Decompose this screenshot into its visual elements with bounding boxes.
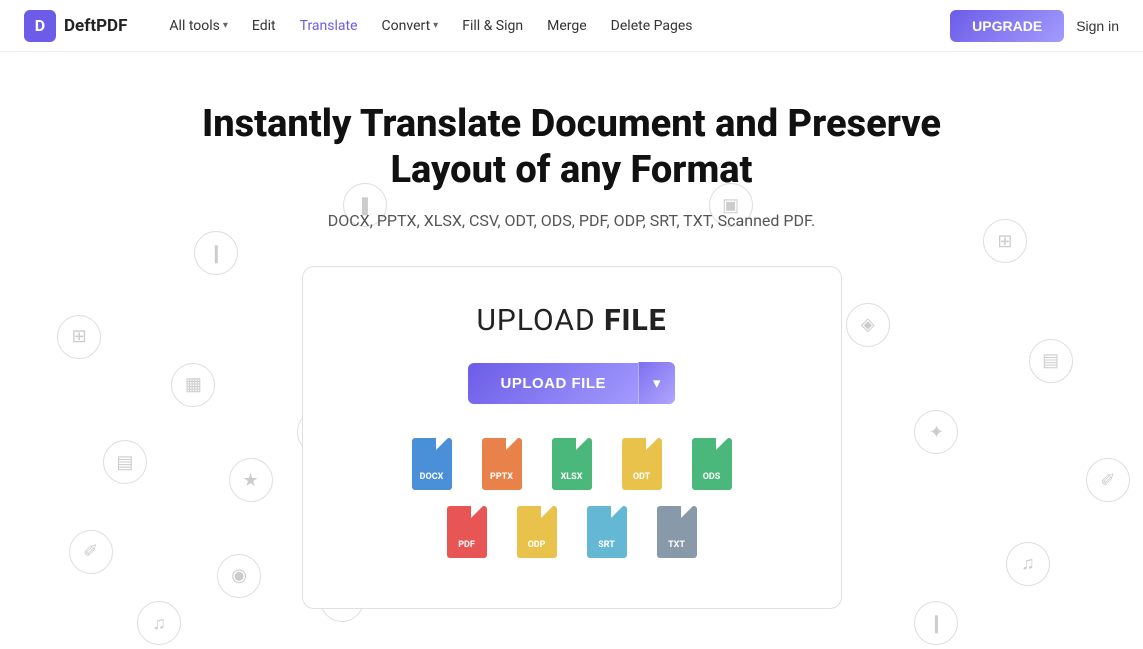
chevron-down-icon: ▾ bbox=[433, 20, 438, 31]
background-icon: ❙ bbox=[914, 601, 958, 645]
background-icon: ▤ bbox=[1029, 339, 1073, 383]
nav-right: UPGRADE Sign in bbox=[950, 10, 1119, 42]
file-icon-odt: ODT bbox=[614, 432, 670, 490]
background-icon: ❙ bbox=[194, 231, 238, 275]
file-icon-xlsx: XLSX bbox=[544, 432, 600, 490]
nav-item-fillsign[interactable]: Fill & Sign bbox=[452, 12, 533, 40]
background-icon: ▤ bbox=[103, 440, 147, 484]
file-icon-srt: SRT bbox=[579, 500, 635, 558]
background-icon: ✦ bbox=[914, 410, 958, 454]
background-icon: ♫ bbox=[137, 601, 181, 645]
upload-file-button[interactable]: UPLOAD FILE bbox=[468, 363, 638, 404]
file-icon-pdf: PDF bbox=[439, 500, 495, 558]
page-title: Instantly Translate Document and Preserv… bbox=[182, 102, 962, 193]
background-icon: ⊞ bbox=[983, 219, 1027, 263]
upgrade-button[interactable]: UPGRADE bbox=[950, 10, 1064, 42]
nav-links: All tools ▾ Edit Translate Convert ▾ Fil… bbox=[159, 12, 950, 40]
nav-item-merge[interactable]: Merge bbox=[537, 12, 597, 40]
file-types-row2: PDF ODP SRT TXT bbox=[439, 500, 705, 558]
nav-item-deletepages[interactable]: Delete Pages bbox=[601, 12, 703, 40]
background-icon: ◉ bbox=[217, 554, 261, 598]
background-icon: ◈ bbox=[846, 303, 890, 347]
file-icon-docx: DOCX bbox=[404, 432, 460, 490]
nav-item-edit[interactable]: Edit bbox=[242, 12, 286, 40]
file-types-row1: DOCX PPTX XLSX ODT bbox=[404, 432, 740, 490]
logo-text: DeftPDF bbox=[64, 16, 127, 36]
nav-item-convert[interactable]: Convert ▾ bbox=[372, 12, 449, 40]
main-content: ⊞▤✐♫❙▦★◉❚⊕☁⊗▣◈✦⊞▤✐♫❙ Instantly Translate… bbox=[0, 52, 1143, 649]
logo[interactable]: D DeftPDF bbox=[24, 10, 127, 42]
background-icon: ▦ bbox=[171, 363, 215, 407]
background-icon: ♫ bbox=[1006, 542, 1050, 586]
subtitle: DOCX, PPTX, XLSX, CSV, ODT, ODS, PDF, OD… bbox=[328, 211, 815, 230]
upload-title: UPLOAD FILE bbox=[476, 303, 666, 338]
nav-item-alltools[interactable]: All tools ▾ bbox=[159, 12, 238, 40]
background-icon: ✐ bbox=[1086, 458, 1130, 502]
chevron-down-icon: ▾ bbox=[223, 20, 228, 31]
upload-button-group: UPLOAD FILE ▾ bbox=[468, 362, 674, 404]
navbar: D DeftPDF All tools ▾ Edit Translate Con… bbox=[0, 0, 1143, 52]
upload-dropdown-button[interactable]: ▾ bbox=[638, 362, 675, 404]
nav-item-translate[interactable]: Translate bbox=[290, 12, 368, 40]
file-icon-txt: TXT bbox=[649, 500, 705, 558]
background-icon: ⊞ bbox=[57, 315, 101, 359]
background-icon: ★ bbox=[229, 458, 273, 502]
file-icon-pptx: PPTX bbox=[474, 432, 530, 490]
file-icon-odp: ODP bbox=[509, 500, 565, 558]
background-icon: ✐ bbox=[69, 530, 113, 574]
logo-icon: D bbox=[24, 10, 56, 42]
file-icon-ods: ODS bbox=[684, 432, 740, 490]
signin-button[interactable]: Sign in bbox=[1076, 18, 1119, 34]
upload-card: UPLOAD FILE UPLOAD FILE ▾ DOCX PPTX bbox=[302, 266, 842, 609]
